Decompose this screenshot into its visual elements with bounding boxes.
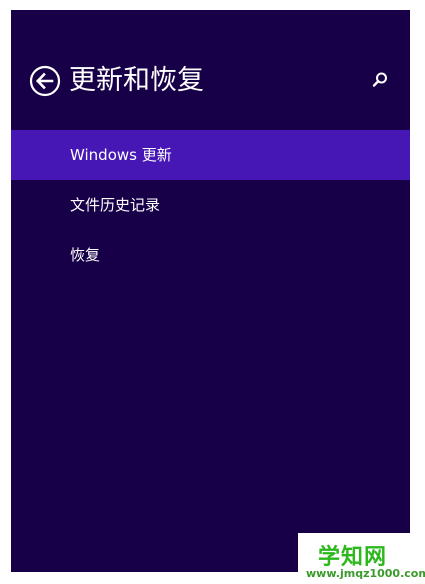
back-arrow-circle-icon bbox=[29, 65, 61, 97]
settings-panel: 更新和恢复 Windows 更新 文件历史记录 恢复 bbox=[11, 10, 410, 572]
nav-item-label: 文件历史记录 bbox=[70, 196, 161, 214]
back-button[interactable] bbox=[29, 65, 61, 97]
nav-item-windows-update[interactable]: Windows 更新 bbox=[11, 130, 410, 180]
watermark-url: www.jmqz1000.com bbox=[306, 567, 425, 580]
page-header: 更新和恢复 bbox=[11, 62, 410, 102]
search-icon bbox=[372, 72, 387, 87]
nav-item-label: 恢复 bbox=[70, 246, 101, 264]
nav-list: Windows 更新 文件历史记录 恢复 bbox=[11, 130, 410, 280]
search-button[interactable] bbox=[370, 70, 390, 90]
nav-item-recovery[interactable]: 恢复 bbox=[11, 230, 410, 280]
page-title: 更新和恢复 bbox=[69, 65, 204, 96]
site-watermark: 学知网 www.jmqz1000.com bbox=[298, 533, 425, 584]
nav-item-file-history[interactable]: 文件历史记录 bbox=[11, 180, 410, 230]
nav-item-label: Windows 更新 bbox=[70, 146, 172, 164]
